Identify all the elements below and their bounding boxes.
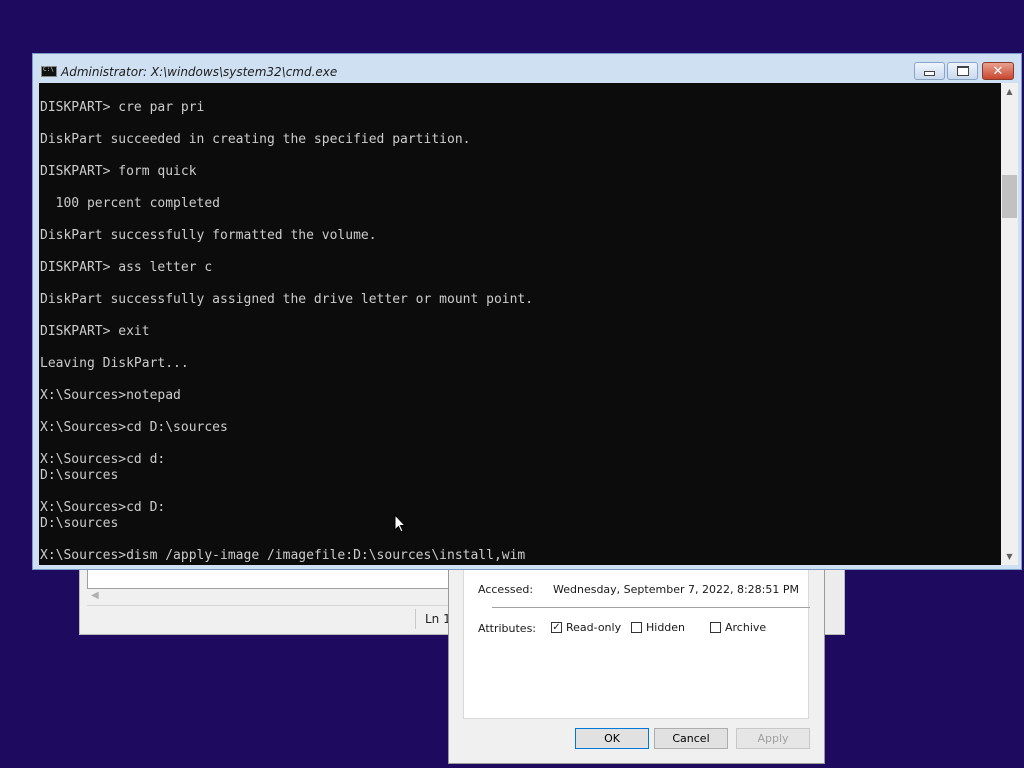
console-line: X:\Sources>notepad [40,388,181,403]
title-bar[interactable]: Administrator: X:\windows\system32\cmd.e… [33,54,1021,84]
minimize-button[interactable] [914,62,945,80]
archive-checkbox[interactable]: Archive [710,621,766,634]
console-output[interactable]: DISKPART> cre par pri DiskPart succeeded … [39,83,1001,565]
minimize-icon [924,70,935,76]
console-line: Leaving DiskPart... [40,356,189,371]
vertical-scrollbar[interactable]: ▲ ▼ [1001,83,1018,565]
archive-label: Archive [725,621,767,634]
checkbox-unchecked-icon[interactable] [631,622,642,633]
scroll-thumb[interactable] [1002,175,1017,218]
divider [492,607,810,608]
status-separator [415,609,416,629]
console-line: D:\sources [40,468,119,483]
mouse-pointer-icon [394,514,406,533]
console-line: D:\sources [40,516,119,531]
close-icon: ✕ [992,63,1004,79]
notepad-frame-edge [825,561,843,633]
attributes-label: Attributes: [478,622,537,635]
scroll-down-arrow-icon[interactable]: ▼ [1001,548,1018,565]
checkbox-checked-icon[interactable]: ✓ [551,622,562,633]
console-line: DISKPART> form quick [40,164,197,179]
console-icon [41,66,57,77]
console-line: DiskPart successfully formatted the volu… [40,228,377,243]
console-line: DiskPart succeeded in creating the speci… [40,132,471,147]
apply-button[interactable]: Apply [736,728,810,749]
console-line: 100 percent completed [40,196,221,211]
accessed-label: Accessed: [478,583,534,596]
console-line: DiskPart successfully assigned the drive… [40,292,534,307]
checkbox-unchecked-icon[interactable] [710,622,721,633]
console-line: X:\Sources>cd d: [40,452,166,467]
command-prompt-window: Administrator: X:\windows\system32\cmd.e… [32,53,1022,570]
general-tab-panel: Accessed: Wednesday, September 7, 2022, … [463,567,810,719]
accessed-value: Wednesday, September 7, 2022, 8:28:51 PM [553,583,799,596]
hidden-checkbox[interactable]: Hidden [631,621,685,634]
maximize-button[interactable] [947,62,978,80]
scroll-up-arrow-icon[interactable]: ▲ [1001,83,1018,100]
cancel-button[interactable]: Cancel [654,728,728,749]
maximize-icon [956,66,969,76]
hidden-label: Hidden [646,621,686,634]
console-line: X:\Sources>cd D:\sources [40,420,228,435]
scroll-left-arrow-icon[interactable]: ◀ [91,590,99,601]
console-line: X:\Sources>dism /apply-image /imagefile:… [40,548,526,563]
console-line: DISKPART> cre par pri [40,100,205,115]
console-line: DISKPART> exit [40,324,150,339]
close-button[interactable]: ✕ [982,62,1014,80]
console-line: DISKPART> ass letter c [40,260,213,275]
window-title: Administrator: X:\windows\system32\cmd.e… [61,65,338,79]
read-only-checkbox[interactable]: ✓ Read-only [551,621,621,634]
ok-button[interactable]: OK [575,728,649,749]
read-only-label: Read-only [566,621,622,634]
console-line: X:\Sources>cd D: [40,500,166,515]
file-properties-dialog: Accessed: Wednesday, September 7, 2022, … [448,566,825,764]
